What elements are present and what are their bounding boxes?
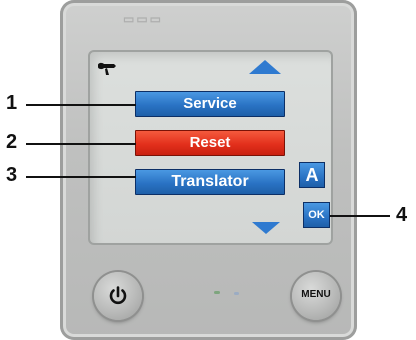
callout-line-2 (26, 143, 136, 145)
menu-button-label: MENU (301, 289, 331, 300)
callout-line-4 (330, 215, 390, 217)
power-button[interactable] (94, 272, 142, 320)
service-button[interactable]: Service (135, 91, 285, 117)
ok-button[interactable]: OK (303, 202, 330, 228)
callout-1: 1 (6, 92, 18, 114)
power-icon (109, 286, 127, 305)
callout-line-3 (26, 176, 136, 178)
status-led-2 (234, 292, 239, 295)
reset-button[interactable]: Reset (135, 130, 285, 156)
arrow-down-icon[interactable] (252, 222, 280, 234)
arrow-up-icon[interactable] (249, 60, 281, 74)
translator-button[interactable]: Translator (135, 169, 285, 195)
callout-4: 4 (396, 204, 408, 226)
a-button[interactable]: A (299, 162, 325, 188)
brand-mark: ▭▭▭ (122, 12, 163, 26)
status-led (214, 291, 220, 294)
callout-3: 3 (6, 164, 18, 186)
callout-line-1 (26, 104, 136, 106)
callout-2: 2 (6, 131, 18, 153)
wrench-icon (98, 62, 116, 75)
menu-button[interactable]: MENU (292, 272, 340, 320)
